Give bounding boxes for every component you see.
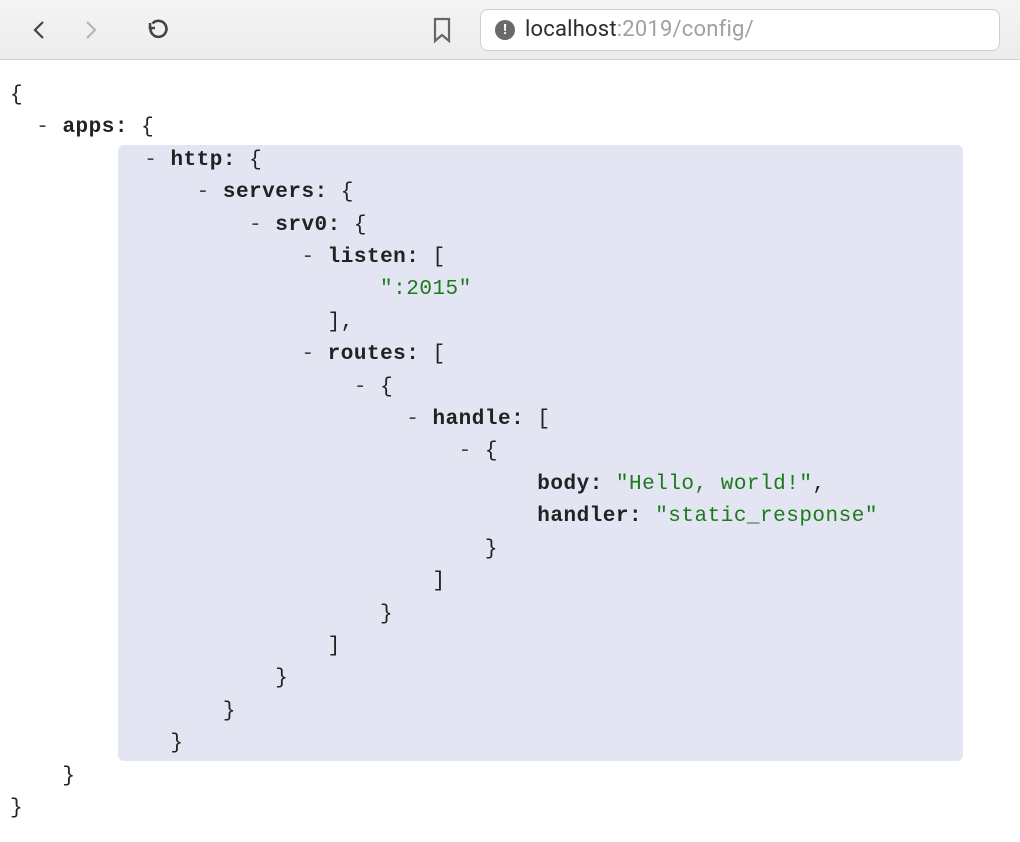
json-key-row[interactable]: - { — [118, 372, 953, 404]
highlighted-block: - http: { - servers: { - srv0: { - liste… — [118, 145, 963, 761]
json-key-row[interactable]: - servers: { — [118, 177, 953, 209]
json-viewer: { - apps: { - http: { - servers: { - srv… — [0, 60, 1020, 835]
json-value-row: ":2015" — [118, 274, 953, 306]
brace-close: } — [118, 728, 953, 760]
brace-close: } — [118, 534, 953, 566]
brace-close: } — [10, 761, 1010, 793]
url-rest: :2019/config/ — [617, 17, 754, 42]
brace-open: { — [10, 80, 1010, 112]
json-key-row[interactable]: - srv0: { — [118, 210, 953, 242]
json-key-row[interactable]: - routes: [ — [118, 339, 953, 371]
json-key-row[interactable]: - { — [118, 436, 953, 468]
json-key-row[interactable]: - handle: [ — [118, 404, 953, 436]
json-key-row[interactable]: - http: { — [118, 145, 953, 177]
forward-icon — [78, 18, 102, 42]
reload-button[interactable] — [138, 10, 178, 50]
bracket-close: ] — [118, 631, 953, 663]
brace-close: } — [118, 663, 953, 695]
json-key-row[interactable]: - listen: [ — [118, 242, 953, 274]
url-host: localhost — [525, 17, 617, 42]
bookmark-icon — [430, 16, 454, 44]
reload-icon — [146, 18, 170, 42]
browser-toolbar: ! localhost:2019/config/ — [0, 0, 1020, 60]
json-kv-row: body: "Hello, world!", — [118, 469, 953, 501]
brace-close: } — [118, 696, 953, 728]
back-icon — [28, 18, 52, 42]
bracket-close: ] — [118, 566, 953, 598]
brace-close: } — [10, 793, 1010, 825]
not-secure-icon: ! — [495, 20, 515, 40]
json-kv-row: handler: "static_response" — [118, 501, 953, 533]
address-bar[interactable]: ! localhost:2019/config/ — [480, 9, 1000, 51]
brace-close: } — [118, 599, 953, 631]
json-key-row[interactable]: - apps: { — [10, 112, 1010, 144]
url-text: localhost:2019/config/ — [525, 17, 754, 42]
forward-button[interactable] — [70, 10, 110, 50]
bracket-close: ], — [118, 307, 953, 339]
bookmark-button[interactable] — [422, 10, 462, 50]
back-button[interactable] — [20, 10, 60, 50]
